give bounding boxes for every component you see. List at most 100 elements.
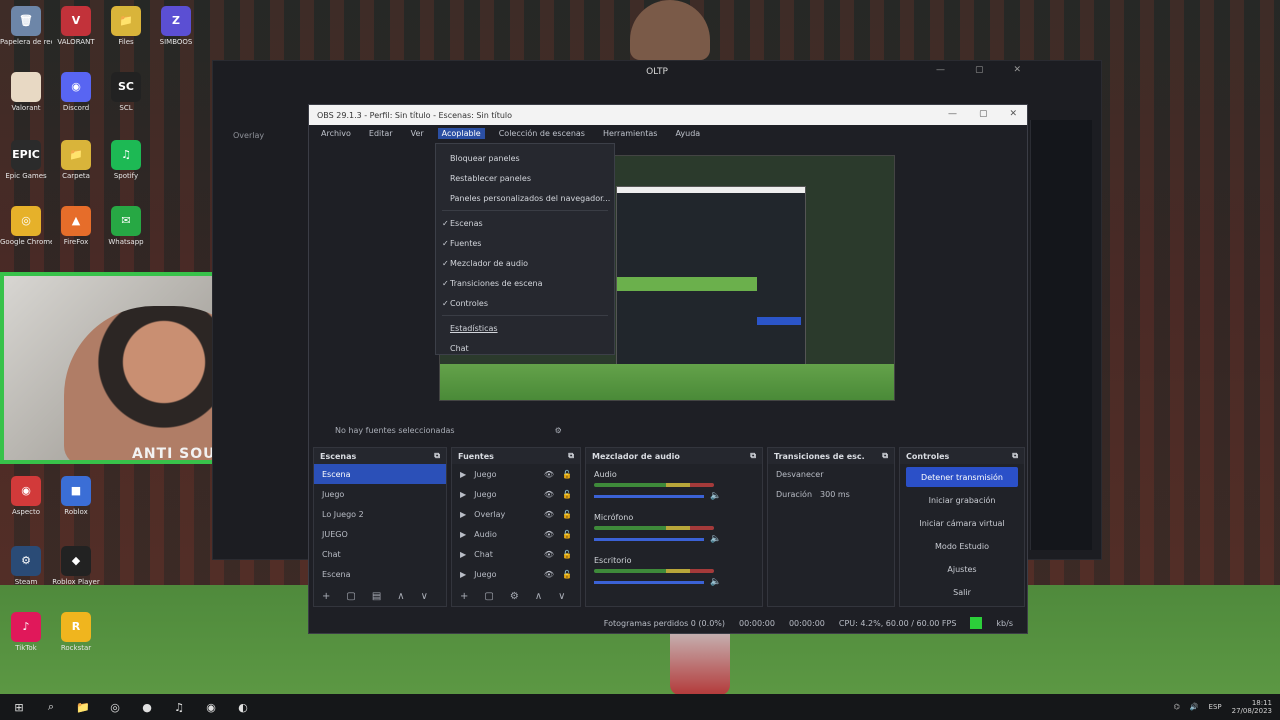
gear-icon[interactable]: ⚙	[510, 591, 519, 602]
desktop-icon[interactable]: 📁 Files	[100, 6, 152, 46]
add-icon[interactable]: +	[322, 591, 330, 602]
source-item[interactable]: ▶ Juego 👁 🔓	[452, 564, 580, 584]
lock-icon[interactable]: 🔓	[562, 490, 572, 499]
speaker-icon[interactable]: 🔈	[710, 534, 721, 544]
dropdown-item[interactable]: Restablecer paneles	[436, 168, 614, 188]
dropdown-item[interactable]: Chat	[436, 338, 614, 358]
desktop-icon[interactable]: ◉ Aspecto	[0, 476, 52, 516]
control-button[interactable]: Iniciar grabación	[906, 490, 1018, 510]
eye-icon[interactable]: 👁	[544, 490, 554, 499]
desktop-icon[interactable]: Valorant	[0, 72, 52, 112]
dropdown-item[interactable]: Paneles personalizados del navegador...	[436, 188, 614, 208]
volume-slider[interactable]	[594, 537, 704, 541]
dropdown-item[interactable]: Estadísticas	[436, 318, 614, 338]
menu-item[interactable]: Archivo	[317, 128, 355, 139]
dropdown-item[interactable]: ✓ Fuentes	[436, 233, 614, 253]
down-icon[interactable]: ∨	[558, 591, 565, 602]
obs-back-titlebar[interactable]: OLTP — ▢ ✕	[213, 61, 1101, 83]
desktop-icon[interactable]: ⚙ Steam	[0, 546, 52, 586]
discord-icon[interactable]: ◉	[198, 697, 224, 717]
desktop-icon[interactable]: EPIC Epic Games	[0, 140, 52, 180]
control-button[interactable]: Ajustes	[906, 559, 1018, 579]
undock-icon[interactable]: ⧉	[434, 451, 440, 461]
dropdown-item[interactable]: Bloquear paneles	[436, 148, 614, 168]
obs-icon[interactable]: ◐	[230, 697, 256, 717]
down-icon[interactable]: ∨	[421, 591, 428, 602]
duration-input[interactable]: 300 ms	[820, 490, 850, 499]
scene-item[interactable]: Lo Juego 2	[314, 504, 446, 524]
undock-icon[interactable]: ⧉	[882, 451, 888, 461]
control-button[interactable]: Modo Estudio	[906, 536, 1018, 556]
gear-icon[interactable]: ⚙	[555, 426, 562, 435]
scene-item[interactable]: Chat	[314, 544, 446, 564]
scene-item[interactable]: Juego	[314, 484, 446, 504]
desktop-icon[interactable]: ◉ Discord	[50, 72, 102, 112]
speaker-icon[interactable]: 🔈	[710, 491, 721, 501]
dropdown-item[interactable]: ✓ Transiciones de escena	[436, 273, 614, 293]
close-icon[interactable]: ✕	[1013, 65, 1021, 75]
desktop-icon[interactable]: 📁 Carpeta	[50, 140, 102, 180]
remove-icon[interactable]: ▢	[484, 591, 493, 602]
desktop-icon[interactable]: ♫ Spotify	[100, 140, 152, 180]
source-item[interactable]: ▶ Overlay 👁 🔓	[452, 504, 580, 524]
desktop-icon[interactable]: Z SIMBOOS	[150, 6, 202, 46]
record-icon[interactable]: ●	[134, 697, 160, 717]
lock-icon[interactable]: 🔓	[562, 510, 572, 519]
desktop-icon[interactable]: ▲ FireFox	[50, 206, 102, 246]
source-item[interactable]: ▶ Juego 👁 🔓	[452, 464, 580, 484]
undock-icon[interactable]: ⧉	[750, 451, 756, 461]
lock-icon[interactable]: 🔓	[562, 470, 572, 479]
volume-icon[interactable]: 🔊	[1190, 703, 1199, 711]
filter-icon[interactable]: ▤	[372, 591, 381, 602]
menu-item[interactable]: Herramientas	[599, 128, 662, 139]
desktop-icon[interactable]: SC SCL	[100, 72, 152, 112]
obs-window[interactable]: OBS 29.1.3 - Perfil: Sin título - Escena…	[308, 104, 1028, 634]
desktop-icon[interactable]: ♪ TikTok	[0, 612, 52, 652]
undock-icon[interactable]: ⧉	[568, 451, 574, 461]
scene-item[interactable]: Escena	[314, 464, 446, 484]
control-button[interactable]: Salir	[906, 582, 1018, 602]
scene-item[interactable]: JUEGO	[314, 524, 446, 544]
obs-back-dock-item[interactable]	[223, 187, 303, 215]
eye-icon[interactable]: 👁	[544, 470, 554, 479]
desktop-icon[interactable]: ◎ Google Chrome	[0, 206, 52, 246]
volume-slider[interactable]	[594, 580, 704, 584]
desktop-icon[interactable]: V VALORANT	[50, 6, 102, 46]
lock-icon[interactable]: 🔓	[562, 530, 572, 539]
desktop-icon[interactable]: R Rockstar	[50, 612, 102, 652]
search-icon[interactable]: ⌕	[38, 697, 64, 717]
clock[interactable]: 18:11 27/08/2023	[1232, 699, 1272, 715]
menu-item[interactable]: Ver	[407, 128, 428, 139]
source-item[interactable]: ▶ Audio 👁 🔓	[452, 524, 580, 544]
dropdown-item[interactable]: ✓ Controles	[436, 293, 614, 313]
lock-icon[interactable]: 🔓	[562, 570, 572, 579]
minimize-icon[interactable]: —	[948, 109, 957, 119]
transition-type-select[interactable]: Desvanecer	[768, 464, 894, 484]
desktop-icon[interactable]: 🗑 Papelera de reciclaje	[0, 6, 52, 46]
dropdown-item[interactable]: ✓ Mezclador de audio	[436, 253, 614, 273]
spotify-icon[interactable]: ♫	[166, 697, 192, 717]
eye-icon[interactable]: 👁	[544, 570, 554, 579]
menu-item[interactable]: Acoplable	[437, 127, 485, 139]
remove-icon[interactable]: ▢	[346, 591, 355, 602]
dropdown-item[interactable]: ✓ Escenas	[436, 213, 614, 233]
add-icon[interactable]: +	[460, 591, 468, 602]
close-icon[interactable]: ✕	[1009, 109, 1017, 119]
obs-back-dock-item[interactable]: Overlay	[223, 131, 303, 159]
control-button[interactable]: Detener transmisión	[906, 467, 1018, 487]
source-item[interactable]: ▶ Chat 👁 🔓	[452, 544, 580, 564]
language-indicator[interactable]: ESP	[1209, 703, 1222, 711]
menu-item[interactable]: Editar	[365, 128, 397, 139]
obs-back-dock-item[interactable]	[223, 215, 303, 243]
desktop-icon[interactable]: ✉ Whatsapp	[100, 206, 152, 246]
undock-icon[interactable]: ⧉	[1012, 451, 1018, 461]
start-icon[interactable]: ⊞	[6, 697, 32, 717]
eye-icon[interactable]: 👁	[544, 510, 554, 519]
desktop-icon[interactable]: ◆ Roblox Player	[50, 546, 102, 586]
minimize-icon[interactable]: —	[936, 65, 945, 75]
obs-titlebar[interactable]: OBS 29.1.3 - Perfil: Sin título - Escena…	[309, 105, 1027, 125]
up-icon[interactable]: ∧	[397, 591, 404, 602]
maximize-icon[interactable]: ▢	[975, 65, 984, 75]
chrome-icon[interactable]: ◎	[102, 697, 128, 717]
menu-item[interactable]: Ayuda	[671, 128, 704, 139]
